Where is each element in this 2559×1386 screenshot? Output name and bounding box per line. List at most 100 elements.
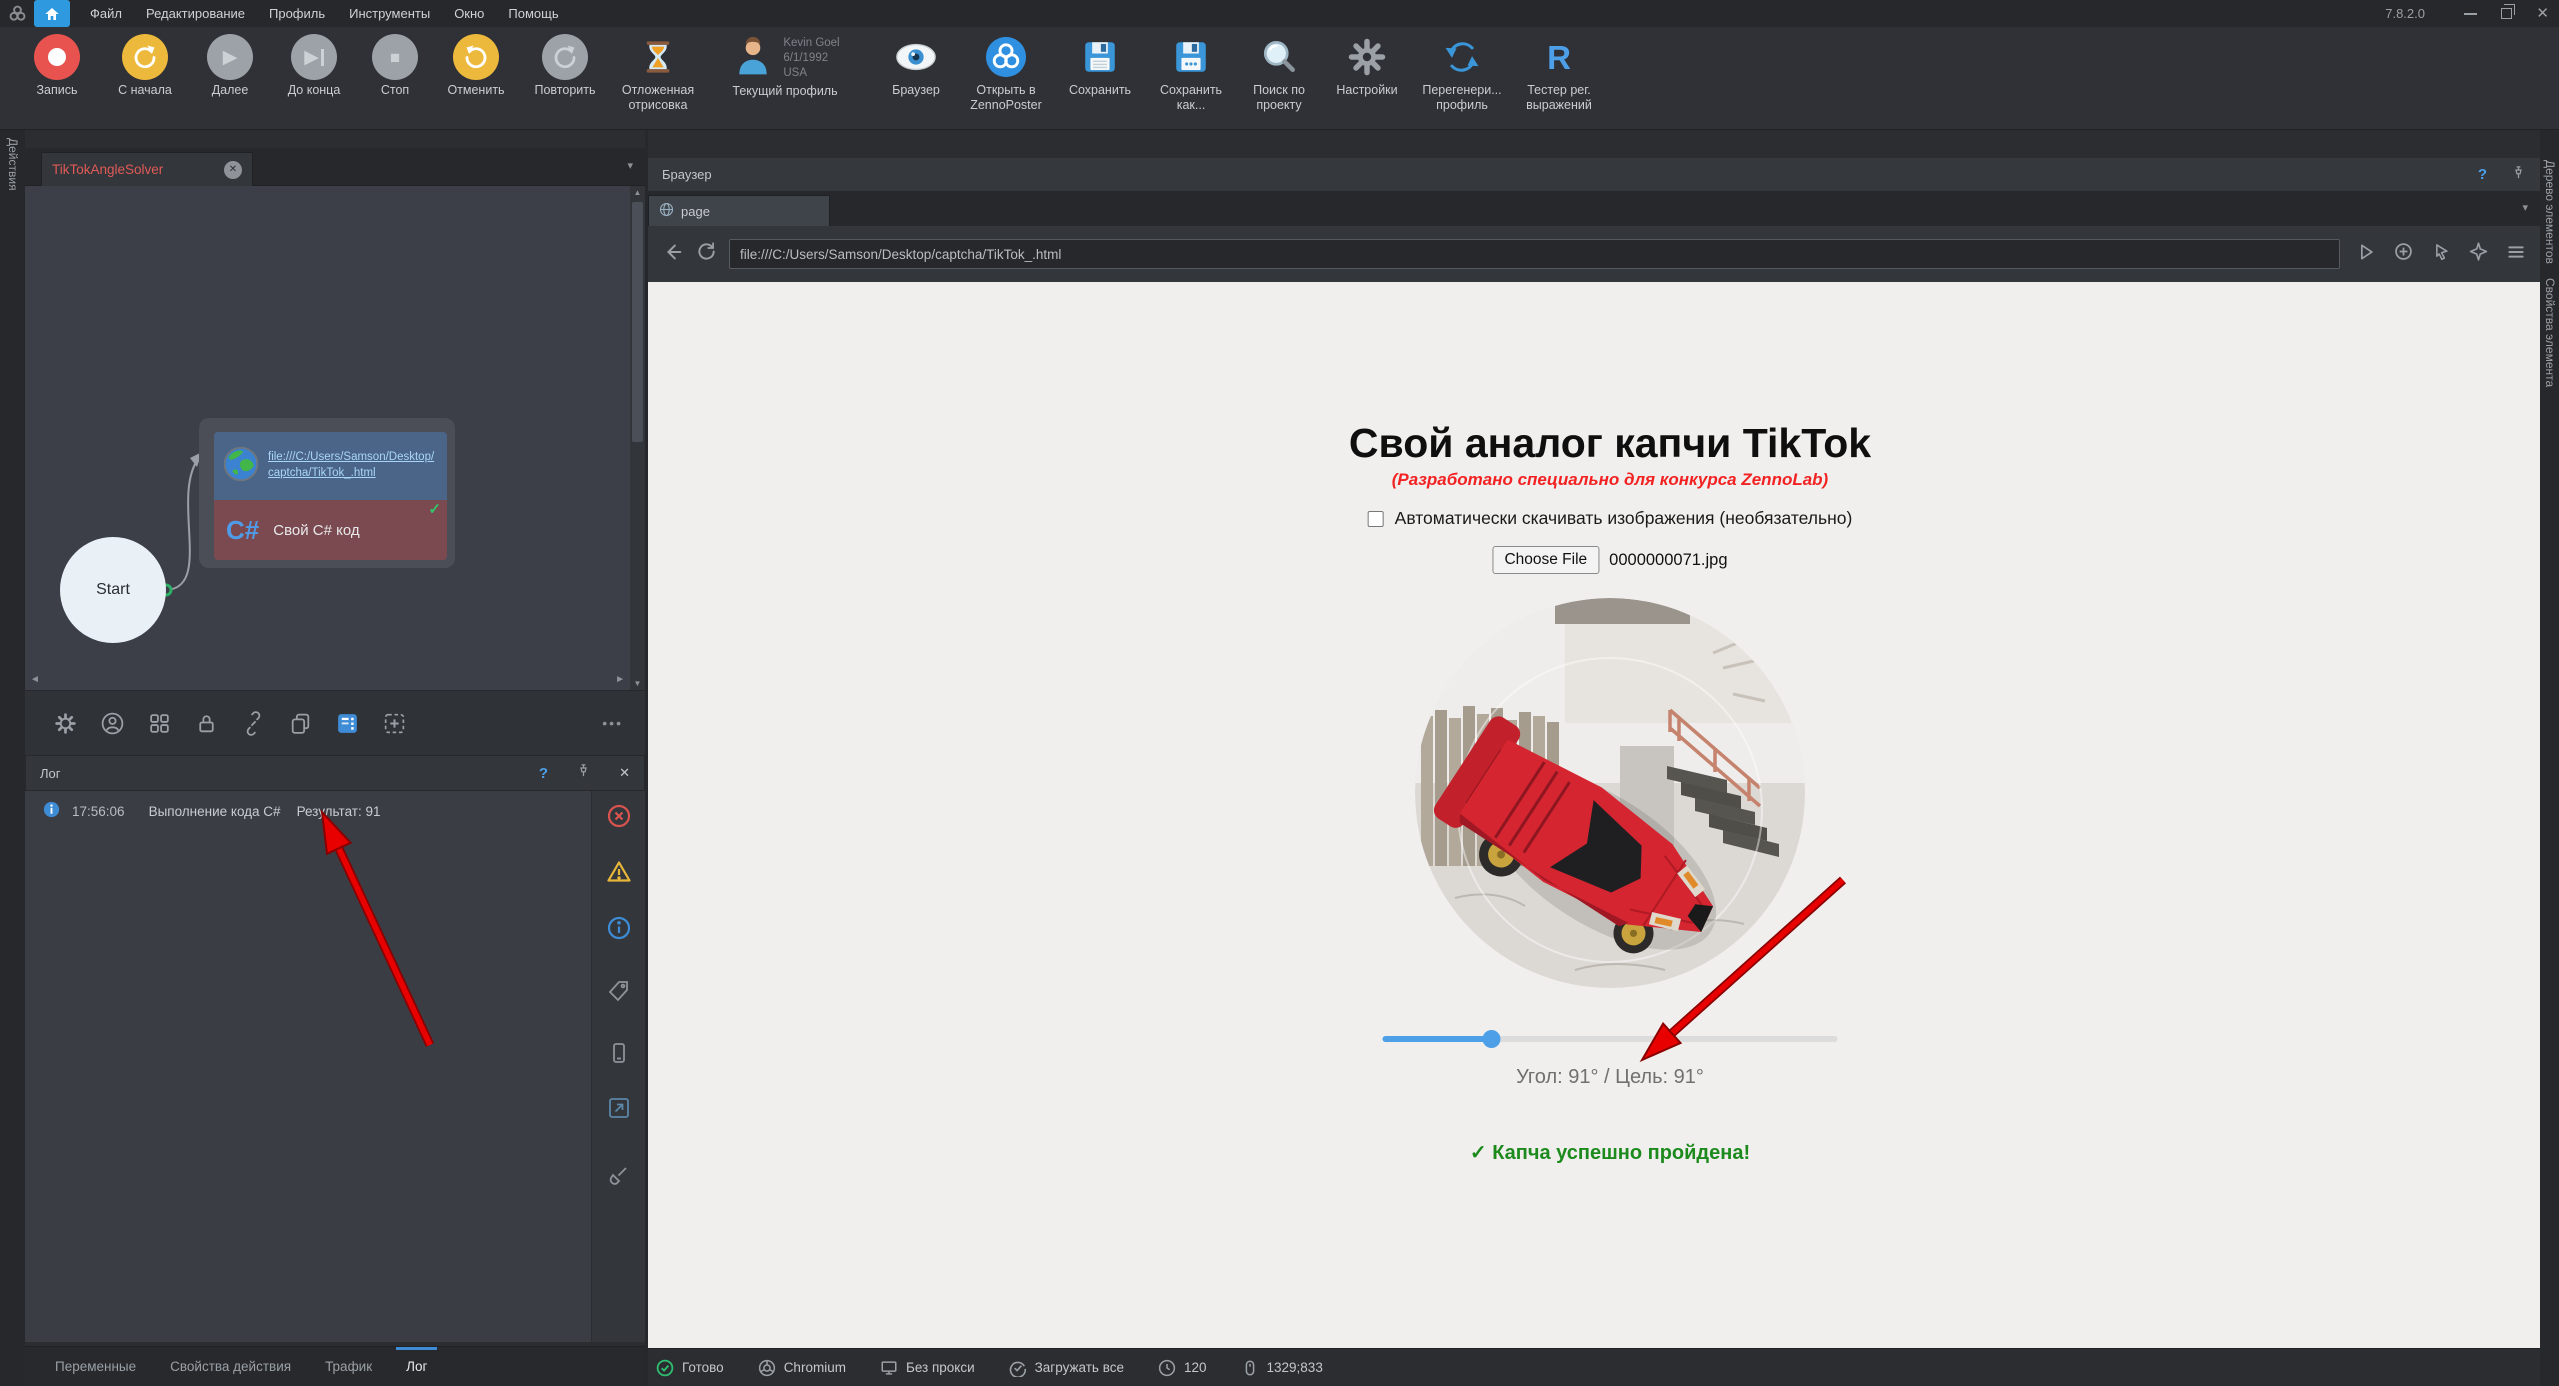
browser-page-tab[interactable]: page (648, 195, 830, 226)
log-export-icon[interactable] (606, 977, 632, 1008)
choose-file-button[interactable]: Choose File (1492, 546, 1599, 574)
zennoposter-icon (983, 34, 1029, 80)
browser-tabbar: page ▾ (648, 192, 2540, 226)
save-as-button[interactable]: Сохранить как... (1146, 34, 1236, 113)
deferred-render-button[interactable]: Отложенная отрисовка (610, 34, 706, 113)
record-button[interactable]: Запись (14, 34, 100, 98)
highlight-icon[interactable] (2468, 241, 2489, 267)
flowchart-canvas[interactable]: Start file:///C:/Users/Samson/Desktop/ca… (25, 186, 645, 690)
profile-avatar-icon (730, 34, 776, 80)
menu-help[interactable]: Помощь (496, 0, 570, 27)
add-action-icon[interactable] (380, 709, 408, 737)
scroll-left-icon[interactable]: ◄ (30, 674, 40, 685)
clear-log-icon[interactable] (606, 1163, 632, 1194)
project-settings-icon[interactable] (51, 709, 79, 737)
close-project-tab-icon[interactable]: ✕ (224, 161, 242, 179)
status-browser-engine[interactable]: Chromium (758, 1359, 846, 1377)
project-search-button[interactable]: Поиск по проекту (1236, 34, 1322, 113)
tab-list-dropdown-icon[interactable]: ▾ (627, 159, 633, 172)
lock-icon[interactable] (192, 709, 220, 737)
tab-log[interactable]: Лог (406, 1347, 427, 1386)
run-to-end-button[interactable]: ▶ До конца (270, 34, 358, 98)
redo-button[interactable]: Повторить (520, 34, 610, 98)
log-entry[interactable]: 17:56:06 Выполнение кода C# Результат: 9… (25, 791, 645, 821)
angle-slider[interactable] (1383, 1030, 1838, 1048)
slider-thumb[interactable] (1483, 1030, 1501, 1048)
stop-button[interactable]: ■ Стоп (358, 34, 432, 98)
scroll-right-icon[interactable]: ► (615, 674, 625, 685)
log-help-icon[interactable]: ? (539, 765, 548, 782)
profile-settings-icon[interactable] (98, 709, 126, 737)
menu-edit[interactable]: Редактирование (134, 0, 257, 27)
select-element-cursor-icon[interactable] (2431, 242, 2451, 267)
browser-help-icon[interactable]: ? (2478, 166, 2487, 183)
step-button[interactable]: ▶ Далее (190, 34, 270, 98)
target-element-icon[interactable] (2393, 241, 2414, 267)
restore-button[interactable] (2501, 8, 2512, 19)
menu-file[interactable]: Файл (78, 0, 134, 27)
back-icon[interactable] (662, 241, 684, 268)
menu-tools[interactable]: Инструменты (337, 0, 442, 27)
web-page: Свой аналог капчи TikTok (Разработано сп… (648, 282, 2540, 1348)
regex-tester-button[interactable]: R Тестер рег. выражений (1512, 34, 1606, 113)
open-in-zennoposter-button[interactable]: Открыть в ZennoPoster (958, 34, 1054, 113)
actions-dock-tab[interactable]: Действия (6, 138, 20, 191)
status-timeout[interactable]: 120 (1158, 1359, 1207, 1377)
browser-pin-icon[interactable] (2511, 165, 2526, 185)
menu-window[interactable]: Окно (442, 0, 496, 27)
undo-button[interactable]: Отменить (432, 34, 520, 98)
scroll-up-icon[interactable]: ▲ (630, 188, 645, 197)
menubar: Файл Редактирование Профиль Инструменты … (78, 0, 571, 27)
close-window-button[interactable]: ✕ (2536, 6, 2549, 21)
browser-toggle-button[interactable]: Браузер (874, 34, 958, 98)
run-page-icon[interactable] (2356, 242, 2376, 267)
hourglass-icon (635, 34, 681, 80)
variables-grid-icon[interactable] (145, 709, 173, 737)
reload-icon[interactable] (696, 241, 717, 267)
block-url-link[interactable]: file:///C:/Users/Samson/Desktop/captcha/… (268, 450, 439, 481)
scroll-down-icon[interactable]: ▼ (630, 679, 645, 688)
minimize-button[interactable] (2464, 13, 2477, 15)
toolstrip-more-icon[interactable]: ••• (602, 715, 623, 731)
save-button[interactable]: Сохранить (1054, 34, 1146, 98)
csharp-code-block[interactable]: C# Свой C# код ✓ (214, 500, 447, 560)
browser-tab-dropdown-icon[interactable]: ▾ (2522, 201, 2528, 214)
menu-profile[interactable]: Профиль (257, 0, 337, 27)
log-errors-filter-icon[interactable] (606, 803, 632, 834)
notes-panel-icon[interactable] (333, 709, 361, 737)
home-button[interactable] (34, 0, 70, 27)
start-node[interactable]: Start (60, 537, 166, 643)
log-device-icon[interactable] (607, 1041, 631, 1070)
regenerate-profile-button[interactable]: Перегенери... профиль (1412, 34, 1512, 113)
element-tree-dock-tab[interactable]: Дерево элементов (2543, 160, 2557, 264)
action-group-block[interactable]: file:///C:/Users/Samson/Desktop/captcha/… (199, 418, 455, 568)
canvas-vertical-scrollbar[interactable]: ▲ ▼ (630, 186, 645, 690)
url-input[interactable] (729, 239, 2340, 269)
canvas-toolstrip: ••• (25, 690, 645, 755)
log-info-filter-icon[interactable] (606, 915, 632, 946)
log-pin-icon[interactable] (576, 763, 591, 783)
tab-action-properties[interactable]: Свойства действия (170, 1347, 291, 1386)
project-tab[interactable]: TikTokAngleSolver ✕ (41, 152, 253, 186)
scrollbar-thumb[interactable] (632, 202, 643, 442)
link-icon[interactable] (239, 709, 267, 737)
zennolab-logo-icon (8, 4, 27, 23)
copy-icon[interactable] (286, 709, 314, 737)
current-profile-button[interactable]: Kevin Goel 6/1/1992 USA Текущий профиль (706, 34, 864, 99)
tab-traffic[interactable]: Трафик (325, 1347, 372, 1386)
log-close-icon[interactable]: ✕ (619, 765, 630, 781)
browser-menu-icon[interactable] (2506, 242, 2526, 267)
log-warnings-filter-icon[interactable] (606, 859, 632, 890)
captcha-image[interactable] (1415, 598, 1805, 988)
settings-button[interactable]: Настройки (1322, 34, 1412, 98)
tab-variables[interactable]: Переменные (55, 1347, 136, 1386)
auto-download-checkbox[interactable] (1368, 511, 1384, 527)
element-properties-dock-tab[interactable]: Свойства элемента (2543, 278, 2557, 387)
status-load-mode[interactable]: Загружать все (1009, 1359, 1124, 1377)
restart-button[interactable]: С начала (100, 34, 190, 98)
browser-navigate-block[interactable]: file:///C:/Users/Samson/Desktop/captcha/… (214, 432, 447, 500)
status-proxy[interactable]: Без прокси (880, 1359, 975, 1377)
main-toolbar: Запись С начала ▶ Далее ▶ До конца ■ Сто… (0, 27, 2559, 130)
log-expand-icon[interactable] (606, 1095, 632, 1126)
page-title: Свой аналог капчи TikTok (1349, 420, 1871, 467)
